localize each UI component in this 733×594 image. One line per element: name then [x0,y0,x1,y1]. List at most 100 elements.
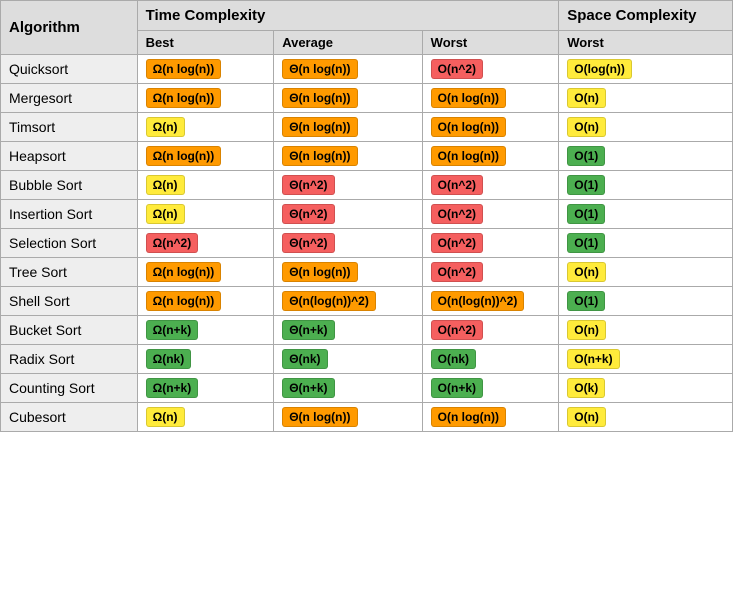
header-algorithm: Algorithm [1,1,138,55]
cell-best: Ω(n) [137,403,274,432]
complexity-badge: O(n^2) [431,262,483,282]
complexity-badge: Ω(n) [146,117,185,137]
cell-best: Ω(n) [137,200,274,229]
cell-worst-time: O(n^2) [422,200,559,229]
table-row: Radix SortΩ(nk)Θ(nk)O(nk)O(n+k) [1,345,733,374]
header-worst-space: Worst [559,31,733,55]
algorithm-name: Counting Sort [1,374,138,403]
algorithm-name: Bubble Sort [1,171,138,200]
table-row: CubesortΩ(n)Θ(n log(n))O(n log(n))O(n) [1,403,733,432]
complexity-badge: O(n) [567,262,606,282]
algorithm-name: Quicksort [1,55,138,84]
complexity-badge: O(n^2) [431,175,483,195]
complexity-badge: Ω(n+k) [146,378,199,398]
cell-worst-time: O(n^2) [422,316,559,345]
complexity-badge: Θ(n log(n)) [282,407,357,427]
header-best: Best [137,31,274,55]
complexity-badge: Ω(n log(n)) [146,291,222,311]
cell-worst-time: O(n+k) [422,374,559,403]
complexity-badge: O(n) [567,117,606,137]
algorithm-name: Insertion Sort [1,200,138,229]
header-time-complexity: Time Complexity [137,1,559,31]
complexity-badge: O(n^2) [431,233,483,253]
cell-average: Θ(n log(n)) [274,55,422,84]
cell-worst-time: O(nk) [422,345,559,374]
complexity-badge: O(1) [567,204,605,224]
cell-best: Ω(n^2) [137,229,274,258]
cell-worst-space: O(n+k) [559,345,733,374]
cell-worst-time: O(n^2) [422,55,559,84]
cell-average: Θ(n^2) [274,200,422,229]
complexity-badge: O(n^2) [431,320,483,340]
cell-best: Ω(nk) [137,345,274,374]
table-row: Insertion Sort Ω(n) Θ(n^2)O(n^2) O(1) [1,200,733,229]
table-row: MergesortΩ(n log(n))Θ(n log(n)) O(n log(n… [1,84,733,113]
complexity-badge: O(n) [567,320,606,340]
complexity-badge: O(n log(n)) [431,117,506,137]
complexity-badge: Θ(nk) [282,349,327,369]
complexity-badge: O(log(n)) [567,59,632,79]
complexity-badge: O(n log(n)) [431,88,506,108]
cell-worst-space: O(n) [559,403,733,432]
complexity-badge: O(nk) [431,349,476,369]
cell-best: Ω(n+k) [137,316,274,345]
complexity-badge: O(1) [567,233,605,253]
cell-worst-time: O(n log(n)) [422,142,559,171]
algorithm-name: Bucket Sort [1,316,138,345]
complexity-badge: Ω(n log(n)) [146,262,222,282]
complexity-badge: Ω(n log(n)) [146,146,222,166]
table-row: Timsort Ω(n) Θ(n log(n)) O(n log(n)) O(n) [1,113,733,142]
header-average: Average [274,31,422,55]
cell-average: Θ(n log(n)) [274,113,422,142]
complexity-badge: O(n+k) [431,378,483,398]
algorithm-name: Timsort [1,113,138,142]
cell-worst-time: O(n log(n)) [422,403,559,432]
table-row: Bubble SortΩ(n)Θ(n^2)O(n^2)O(1) [1,171,733,200]
table-row: Selection SortΩ(n^2)Θ(n^2)O(n^2)O(1) [1,229,733,258]
complexity-badge: Θ(n^2) [282,233,334,253]
cell-best: Ω(n log(n)) [137,258,274,287]
cell-average: Θ(n^2) [274,229,422,258]
complexity-badge: Θ(n log(n)) [282,146,357,166]
cell-best: Ω(n) [137,171,274,200]
complexity-badge: Ω(n) [146,204,185,224]
complexity-badge: O(1) [567,146,605,166]
complexity-badge: O(n+k) [567,349,619,369]
complexity-badge: O(n log(n)) [431,407,506,427]
algorithm-name: Tree Sort [1,258,138,287]
cell-best: Ω(n log(n)) [137,142,274,171]
complexity-badge: Θ(n(log(n))^2) [282,291,376,311]
complexity-badge: Θ(n+k) [282,378,334,398]
cell-worst-time: O(n log(n)) [422,113,559,142]
cell-best: Ω(n log(n)) [137,55,274,84]
cell-worst-space: O(n) [559,258,733,287]
complexity-badge: Ω(n+k) [146,320,199,340]
table-row: Tree Sort Ω(n log(n)) Θ(n log(n)) O(n^2) O(n… [1,258,733,287]
complexity-badge: O(n log(n)) [431,146,506,166]
algorithm-name: Mergesort [1,84,138,113]
cell-worst-space: O(1) [559,200,733,229]
cell-best: Ω(n log(n)) [137,84,274,113]
table-row: Shell SortΩ(n log(n))Θ(n(log(n))^2)O(n(l… [1,287,733,316]
cell-worst-space: O(1) [559,229,733,258]
cell-average: Θ(n+k) [274,316,422,345]
table-row: Counting Sort Ω(n+k) Θ(n+k) O(n+k) O(k) [1,374,733,403]
cell-average: Θ(n^2) [274,171,422,200]
cell-average: Θ(n log(n)) [274,258,422,287]
complexity-badge: Θ(n log(n)) [282,59,357,79]
header-space-complexity: Space Complexity [559,1,733,31]
cell-worst-space: O(n) [559,113,733,142]
cell-average: Θ(n log(n)) [274,84,422,113]
complexity-badge: O(k) [567,378,605,398]
algorithm-name: Heapsort [1,142,138,171]
complexity-badge: O(n^2) [431,59,483,79]
complexity-badge: O(n(log(n))^2) [431,291,525,311]
header-worst-time: Worst [422,31,559,55]
table-row: QuicksortΩ(n log(n)) Θ(n log(n)) O(n^2) O(l… [1,55,733,84]
cell-worst-time: O(n^2) [422,229,559,258]
complexity-badge: Θ(n^2) [282,175,334,195]
complexity-badge: O(n) [567,88,606,108]
complexity-table: Algorithm Time Complexity Space Complexi… [0,0,733,432]
cell-best: Ω(n+k) [137,374,274,403]
cell-worst-time: O(n^2) [422,171,559,200]
